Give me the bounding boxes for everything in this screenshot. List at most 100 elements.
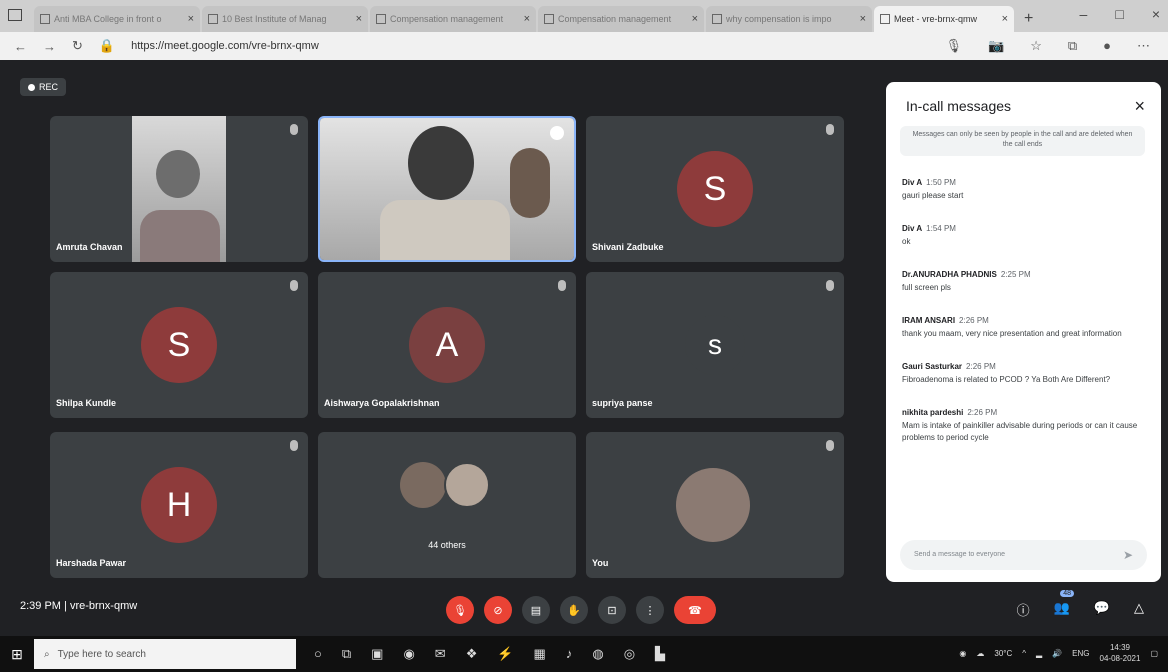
tab-favicon-icon [544,14,554,24]
others-tile[interactable]: 44 others [318,432,576,578]
participant-tile[interactable]: Amruta Chavan [50,116,308,262]
participant-head [408,126,474,200]
app-icon[interactable]: ⚡ [497,646,513,662]
search-icon: ⌕ [44,648,50,660]
message-sender: Dr.ANURADHA PHADNIS [902,270,997,279]
close-icon[interactable]: × [1134,96,1145,117]
weather-icon[interactable]: ☁ [976,649,984,658]
raise-hand-icon[interactable]: ✋ [560,596,588,624]
volume-icon[interactable]: 🔊 [1052,649,1062,658]
collections-icon[interactable]: ⧉ [1068,38,1077,54]
others-count: 44 others [428,540,466,550]
end-call-icon[interactable]: ☎ [674,596,716,624]
new-tab-icon[interactable]: + [1024,10,1033,28]
profile-icon[interactable]: ● [1103,38,1111,54]
close-tab-icon[interactable]: × [524,13,530,25]
star-icon[interactable]: ☆ [1030,38,1042,54]
tab-title: Compensation management [558,14,672,24]
mic-toggle-icon[interactable]: 🎙 [446,596,474,624]
message-text: thank you maam, very nice presentation a… [902,329,1122,338]
clock-date: 04-08-2021 [1099,654,1141,663]
window-menu-icon[interactable] [8,9,22,21]
browser-tab[interactable]: Compensation management × [370,6,536,32]
more-options-icon[interactable]: ⋮ [636,596,664,624]
taskbar-search[interactable]: ⌕ Type here to search [34,639,296,669]
browser-tab[interactable]: Anti MBA College in front o × [34,6,200,32]
network-icon[interactable]: ▂ [1036,649,1042,658]
browser-icon[interactable]: ◉ [403,646,414,662]
close-tab-icon[interactable]: × [188,13,194,25]
task-view-icon[interactable]: ⧉ [342,646,351,662]
browser-tab-strip: Anti MBA College in front o × 10 Best Ins… [0,0,1168,32]
message-time: 1:54 PM [926,224,956,233]
tab-title: Meet - vre-brnx-qmw [894,14,978,24]
chrome-icon[interactable]: ◎ [624,646,635,662]
clock[interactable]: 14:39 04-08-2021 [1100,642,1141,664]
tab-title: Anti MBA College in front o [54,14,162,24]
browser-tab[interactable]: Compensation management × [538,6,704,32]
minimize-icon[interactable]: – [1080,6,1088,22]
back-icon[interactable]: ← [14,39,27,54]
browser-tab-active[interactable]: Meet - vre-brnx-qmw × [874,6,1014,32]
mail-icon[interactable]: ✉ [435,646,446,662]
more-icon[interactable]: ⋯ [1137,38,1150,54]
app-icon[interactable]: ◉ [959,649,966,658]
captions-icon[interactable]: ▤ [522,596,550,624]
participant-video [132,116,226,262]
tab-favicon-icon [208,14,218,24]
participant-avatar: s [685,315,745,375]
participant-tile[interactable]: s supriya panse [586,272,844,418]
language[interactable]: ENG [1072,649,1089,658]
lock-icon[interactable]: 🔒 [99,38,115,54]
address-bar-actions: 🎙 📷 ☆ ⧉ ● ⋯ [945,38,1150,54]
participant-name: Amruta Chavan [56,242,123,252]
participant-name: Shilpa Kundle [56,398,117,408]
url-field[interactable]: https://meet.google.com/vre-brnx-qmw [131,40,319,52]
participant-tile[interactable]: S Shivani Zadbuke [586,116,844,262]
microphone-icon[interactable]: 🎙 [945,38,962,54]
chat-panel: In-call messages × Messages can only be … [886,82,1161,582]
close-tab-icon[interactable]: × [692,13,698,25]
camera-toggle-icon[interactable]: ⊘ [484,596,512,624]
app-icon[interactable]: ▙ [655,646,665,662]
camera-icon[interactable]: 📷 [988,38,1004,54]
forward-icon[interactable]: → [43,39,56,54]
tray-overflow-icon[interactable]: ^ [1022,649,1026,658]
participant-tile[interactable]: A Aishwarya Gopalakrishnan [318,272,576,418]
info-icon[interactable]: ⓘ [1017,600,1030,619]
participants-badge: 48 [1060,590,1074,597]
activities-icon[interactable]: △ [1134,600,1144,619]
close-tab-icon[interactable]: × [860,13,866,25]
self-tile[interactable]: You [586,432,844,578]
send-icon[interactable]: ➤ [1123,548,1133,562]
maximize-icon[interactable]: □ [1115,6,1123,22]
browser-tab[interactable]: 10 Best Institute of Manag × [202,6,368,32]
present-icon[interactable]: ⊡ [598,596,626,624]
chat-input[interactable]: Send a message to everyone ➤ [900,540,1147,570]
app-icon[interactable]: ♪ [566,646,573,662]
participant-tile[interactable]: H Harshada Pawar [50,432,308,578]
mic-muted-icon [558,280,566,291]
app-icon[interactable]: ▣ [371,646,383,662]
app-icon[interactable]: ▦ [534,646,546,662]
windows-start-icon[interactable]: ⊞ [0,636,34,672]
people-icon[interactable]: 👥 [1054,600,1070,619]
close-tab-icon[interactable]: × [356,13,362,25]
dropbox-icon[interactable]: ❖ [466,646,478,662]
participant-tile[interactable]: S Shilpa Kundle [50,272,308,418]
message-sender: IRAM ANSARI [902,316,956,325]
cortana-icon[interactable]: ○ [314,646,322,662]
reload-icon[interactable]: ↻ [72,38,83,54]
browser-tab[interactable]: why compensation is impo × [706,6,872,32]
message-sender: nikhita pardeshi [902,408,964,417]
participant-body [380,200,510,260]
mic-muted-icon [826,280,834,291]
notifications-icon[interactable]: ▢ [1150,649,1158,658]
app-icon[interactable]: ◍ [592,646,603,662]
close-window-icon[interactable]: × [1152,6,1160,22]
meet-stage: REC Amruta Chavan S Shivani Zadbuke S Sh… [0,60,1168,636]
chat-title: In-call messages [906,98,1012,114]
chat-icon[interactable]: 💬 [1094,600,1110,619]
participant-tile-speaking[interactable] [318,116,576,262]
close-tab-icon[interactable]: × [1002,13,1008,25]
